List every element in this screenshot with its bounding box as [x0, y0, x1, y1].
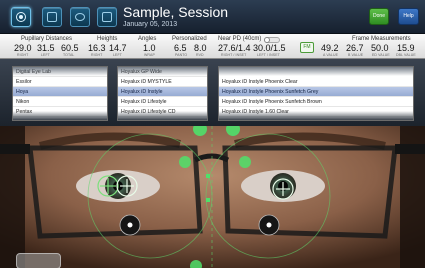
near-pd-right-value: 27.6/1.4 — [218, 43, 251, 53]
fm-button[interactable]: FM — [300, 42, 314, 53]
list-item[interactable]: Hoyalux GP Wide — [118, 67, 207, 77]
list-item[interactable]: Hoyalux iD Instyle 1.60 Clear — [219, 107, 413, 117]
b-value: 26.7 — [346, 43, 364, 53]
pupillary-distances-title: Pupillary Distances — [21, 36, 73, 42]
personalized-title: Personalized — [172, 36, 207, 42]
frame-measurements-title: Frame Measurements — [352, 36, 411, 42]
height-right-label: RIGHT — [91, 53, 103, 57]
pd-left-label: LEFT — [41, 53, 50, 57]
list-item-selected[interactable]: Hoyalux iD Instyle Phoenix Sunfetch Grey — [219, 87, 413, 97]
near-pd-left-value: 30.0/1.5 — [253, 43, 286, 53]
angle-wrap-value: 1.0 — [143, 43, 156, 53]
lens-icon[interactable] — [70, 7, 90, 27]
pd-total-value: 60.5 — [61, 43, 79, 53]
list-item[interactable]: Pentax — [13, 107, 107, 117]
target-icon[interactable] — [11, 7, 31, 27]
pd-right-value: 29.0 — [14, 43, 32, 53]
list-item[interactable]: Hoyalux iD Instyle Phoenix Clear — [219, 77, 413, 87]
help-button[interactable]: Help — [398, 8, 419, 25]
list-item[interactable]: Digital Eye Lab — [13, 67, 107, 77]
list-item-selected[interactable]: Hoya — [13, 87, 107, 97]
height-right-value: 16.3 — [88, 43, 106, 53]
handle-right — [239, 156, 251, 168]
pupil-marker-left — [272, 178, 294, 200]
height-left-value: 14.7 — [109, 43, 127, 53]
session-date: January 05, 2013 — [123, 21, 178, 28]
lens-selection-panel: Digital Eye Lab Essilor Hoya Nikon Penta… — [0, 59, 425, 126]
list-item[interactable]: Hoyalux iD Instyle Phoenix Sunfetch Brow… — [219, 97, 413, 107]
scroll-handle[interactable] — [16, 253, 61, 268]
marker-square — [206, 198, 210, 202]
near-pd-title: Near PD (40cm) — [218, 36, 262, 42]
measurements-bar: Pupillary Distances 29.0 RIGHT 31.5 LEFT… — [0, 34, 425, 59]
height-left-label: LEFT — [113, 53, 122, 57]
list-item[interactable]: Hoyalux iD MYSTYLE — [118, 77, 207, 87]
lab-list[interactable]: Digital Eye Lab Essilor Hoya Nikon Penta… — [12, 66, 108, 121]
near-pd-left-label: LEFT / INSET — [257, 53, 280, 57]
handle-left — [179, 156, 191, 168]
zoom-icon[interactable] — [97, 7, 117, 27]
dbl-value-label: DBL VALUE — [396, 53, 416, 57]
list-item[interactable]: Essilor — [13, 77, 107, 87]
angles-title: Angles — [138, 36, 157, 42]
pd-left-value: 31.5 — [37, 43, 55, 53]
rvd-label: RVD — [196, 53, 204, 57]
near-pd-right-label: RIGHT / INSET — [221, 53, 247, 57]
done-button[interactable]: Done — [369, 8, 389, 25]
frame-icon[interactable] — [42, 7, 62, 27]
rvd-value: 8.0 — [194, 43, 207, 53]
temple-left — [395, 144, 425, 154]
panto-value: 6.5 — [174, 43, 187, 53]
lens-product-list[interactable]: Hoyalux iD Instyle Phoenix Clear Hoyalux… — [218, 66, 414, 121]
marker-square — [206, 174, 210, 178]
temple-right — [0, 144, 30, 154]
list-item[interactable]: Hoyalux iD Lifestyle CD — [118, 107, 207, 117]
list-item[interactable]: Nikon — [13, 97, 107, 107]
dbl-value: 15.9 — [397, 43, 415, 53]
a-value-label: A VALUE — [323, 53, 339, 57]
ed-value: 50.0 — [371, 43, 389, 53]
patient-photo[interactable] — [0, 126, 425, 268]
angle-wrap-label: WRAP — [144, 53, 155, 57]
heights-title: Heights — [97, 36, 118, 42]
ed-value-label: ED VALUE — [372, 53, 390, 57]
list-item[interactable]: Hoyalux iD Lifestyle — [118, 97, 207, 107]
photo-canvas — [0, 126, 425, 268]
pd-total-label: TOTAL — [63, 53, 75, 57]
top-toolbar: Sample, Session January 05, 2013 Done He… — [0, 0, 425, 34]
session-title: Sample, Session — [123, 4, 229, 20]
pd-right-label: RIGHT — [17, 53, 29, 57]
list-item-selected[interactable]: Hoyalux iD Instyle — [118, 87, 207, 97]
lens-series-list[interactable]: Hoyalux GP Wide Hoyalux iD MYSTYLE Hoyal… — [117, 66, 208, 121]
a-value: 49.2 — [321, 43, 339, 53]
b-value-label: B VALUE — [348, 53, 364, 57]
panto-label: PANTO — [175, 53, 188, 57]
